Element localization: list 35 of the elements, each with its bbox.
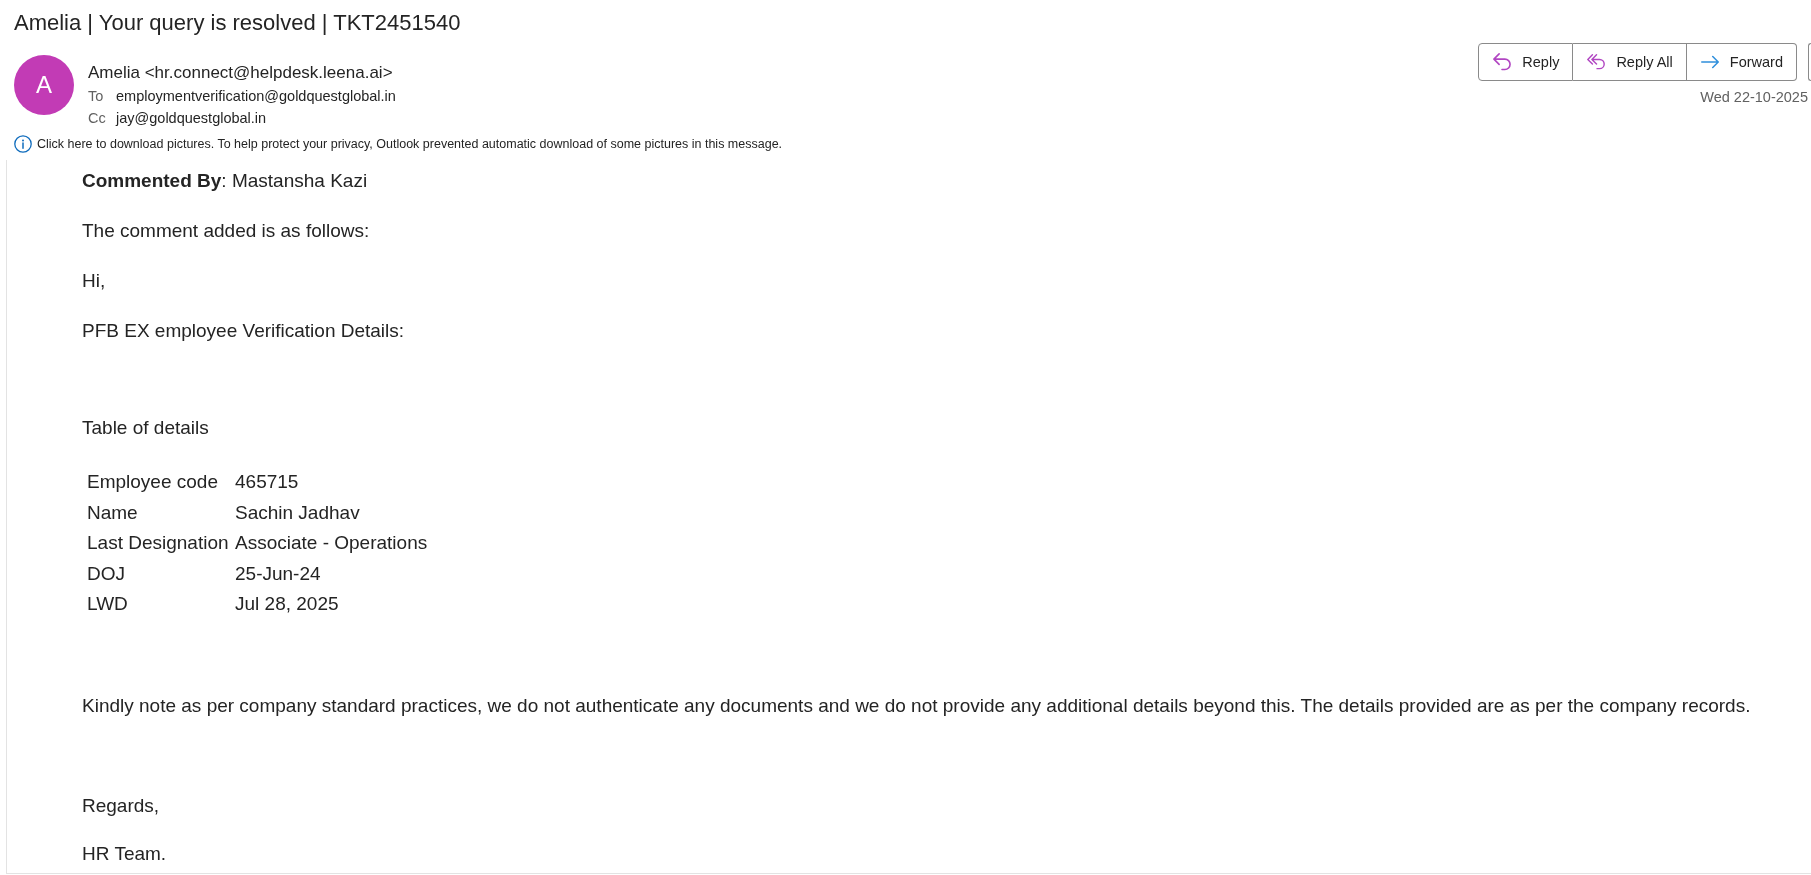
reply-button[interactable]: Reply (1478, 43, 1574, 81)
field-value: Associate - Operations (235, 531, 428, 555)
field-value: Jul 28, 2025 (235, 592, 340, 616)
reply-icon (1493, 53, 1512, 71)
commented-by-line: Commented By: Mastansha Kazi (82, 170, 368, 192)
info-icon (14, 135, 32, 153)
message-text: The comment added is as follows: (82, 220, 370, 242)
field-label: Employee code (87, 467, 235, 498)
signature-text: HR Team. (82, 842, 167, 865)
to-label: To (88, 87, 105, 106)
field-value: 465715 (235, 470, 300, 494)
message-text: PFB EX employee Verification Details: (82, 320, 405, 342)
forward-button[interactable]: Forward (1686, 43, 1797, 81)
download-pictures-notice[interactable]: Click here to download pictures. To help protect your privacy, Outlook prevented automatic download of some pictures in this message. (37, 133, 783, 155)
field-label: Last Designation (87, 528, 235, 559)
message-text: Hi, (82, 270, 106, 292)
cc-address[interactable]: jay@goldquestglobal.in (116, 107, 267, 129)
reply-all-button[interactable]: Reply All (1573, 43, 1687, 81)
field-label: DOJ (87, 558, 235, 589)
forward-icon (1700, 53, 1719, 71)
toolbar-button[interactable] (1808, 43, 1811, 81)
email-subject: Amelia | Your query is resolved | TKT2451540 (13, 9, 461, 36)
closing-text: Regards, (82, 794, 160, 817)
sent-date: Wed 22-10-2025 (1700, 88, 1809, 107)
field-label: LWD (87, 589, 235, 620)
to-address[interactable]: employmentverification@goldquestglobal.in (116, 85, 396, 107)
cc-label: Cc (88, 109, 107, 128)
field-label: Name (87, 497, 235, 528)
table-caption: Table of details (82, 417, 209, 439)
sender-avatar: A (14, 55, 74, 115)
reply-all-icon (1587, 53, 1606, 71)
sender-name[interactable]: Amelia <hr.connect@helpdesk.leena.ai> (88, 61, 393, 85)
field-value: Sachin Jadhav (235, 500, 361, 525)
message-text: Kindly note as per company standard practices, we do not authenticate any documents and we do not provide any additional details beyond this. The details provided are as per the company records. (82, 694, 1751, 717)
field-value: 25-Jun-24 (235, 561, 322, 586)
